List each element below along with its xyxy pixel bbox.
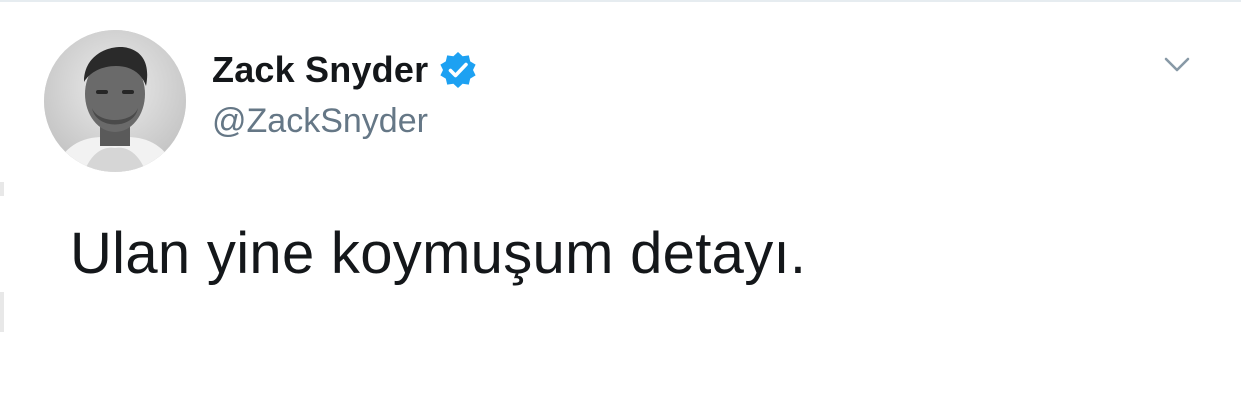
- avatar-photo-icon: [44, 30, 186, 172]
- display-name[interactable]: Zack Snyder: [212, 49, 428, 91]
- user-handle[interactable]: @ZackSnyder: [212, 102, 478, 141]
- name-row: Zack Snyder: [212, 46, 478, 94]
- chevron-down-icon[interactable]: [1161, 48, 1193, 80]
- tweet-text: Ulan yine koymuşum detayı.: [70, 221, 807, 286]
- edge-divider: [0, 292, 4, 332]
- edge-divider: [0, 182, 4, 196]
- verified-badge-icon: [438, 50, 478, 90]
- tweet-card: Zack Snyder @ZackSnyder Ulan yine koymuş…: [0, 0, 1241, 413]
- tweet-author[interactable]: Zack Snyder @ZackSnyder: [212, 46, 478, 141]
- avatar[interactable]: [44, 30, 186, 172]
